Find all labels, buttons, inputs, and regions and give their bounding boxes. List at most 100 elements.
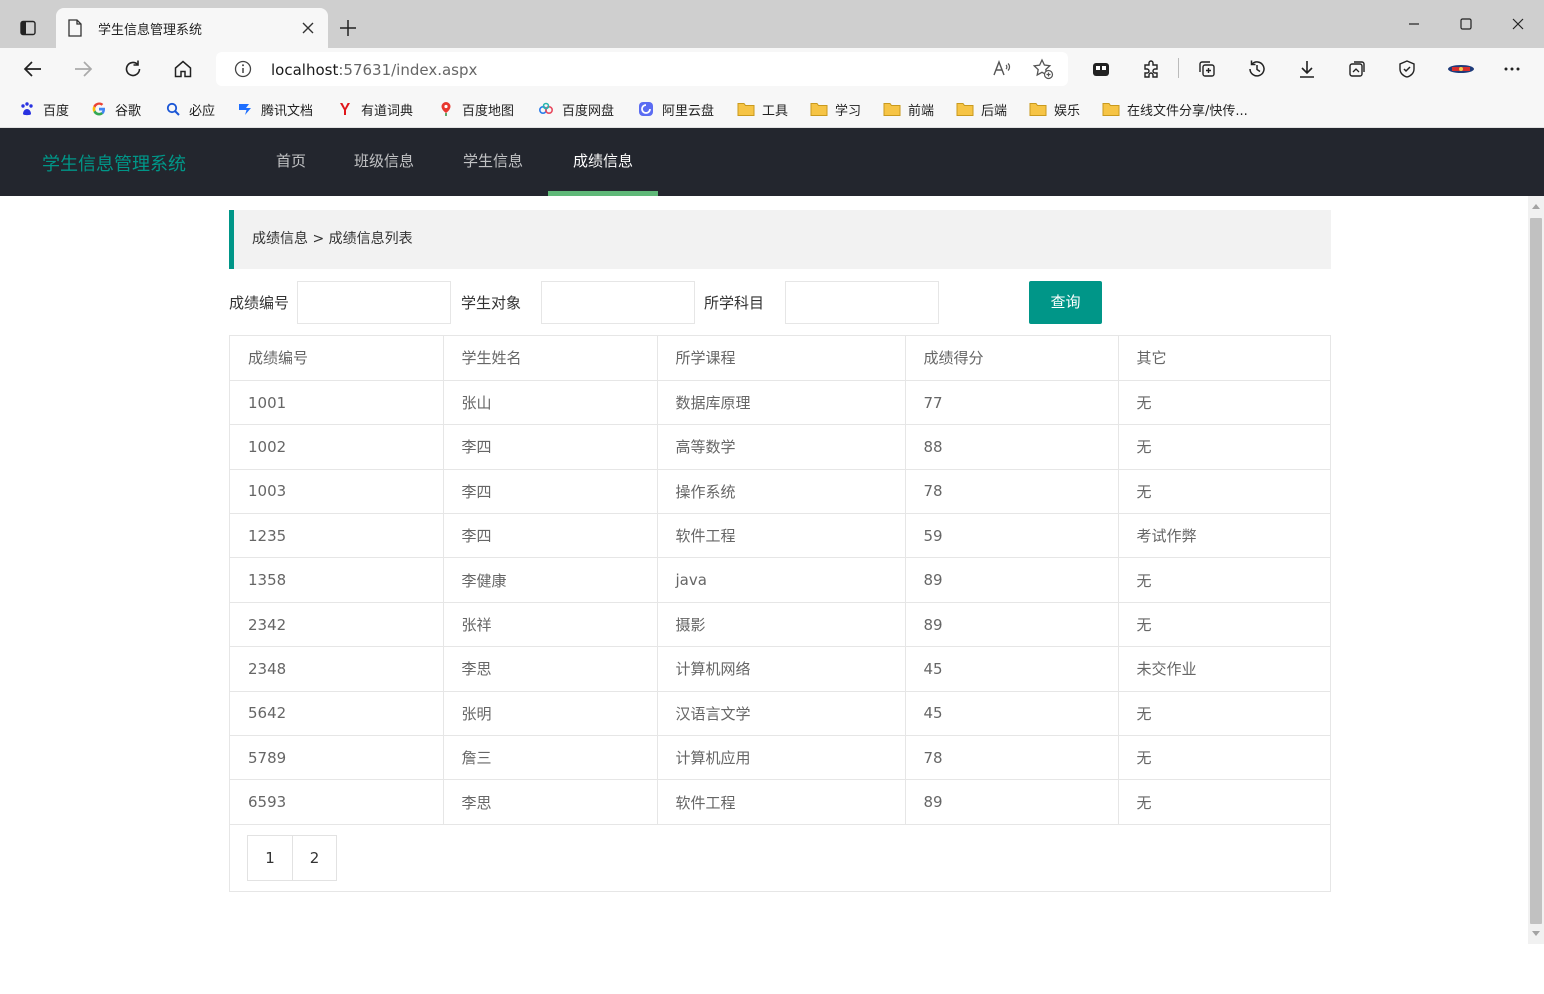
screenshot-icon[interactable] [1343, 55, 1371, 83]
bookmark-folder-frontend[interactable]: 前端 [883, 98, 934, 120]
table-row: 1002 李四 高等数学 88 无 [230, 424, 1330, 470]
cell-other: 无 [1118, 557, 1330, 603]
student-label: 学生对象 [461, 294, 522, 312]
table-row: 2342 张祥 摄影 89 无 [230, 602, 1330, 648]
reading-icon[interactable] [1087, 55, 1115, 83]
cell-course: 软件工程 [657, 513, 906, 559]
header-score: 成绩得分 [905, 336, 1119, 381]
folder-icon [1029, 100, 1047, 118]
minimize-icon[interactable] [1394, 8, 1434, 40]
bookmark-google[interactable]: 谷歌 [90, 98, 141, 120]
cell-other: 无 [1118, 469, 1330, 515]
header-score-id: 成绩编号 [230, 336, 444, 381]
cell-course: 摄影 [657, 602, 906, 648]
table-row: 1235 李四 软件工程 59 考试作弊 [230, 513, 1330, 559]
browser-essentials-icon[interactable] [1393, 55, 1421, 83]
bookmark-folder-tools[interactable]: 工具 [737, 98, 788, 120]
cell-student-name: 张山 [443, 380, 658, 426]
bookmark-folder-file-share[interactable]: 在线文件分享/快传... [1102, 98, 1248, 120]
toolbar-divider [1178, 58, 1179, 78]
url-path: :57631/index.aspx [338, 61, 478, 79]
collections-icon[interactable] [1193, 55, 1221, 83]
bookmark-bing[interactable]: 必应 [164, 98, 215, 120]
close-window-icon[interactable] [1498, 8, 1538, 40]
address-bar[interactable]: localhost:57631/index.aspx [216, 52, 1068, 86]
more-menu-icon[interactable] [1498, 55, 1526, 83]
tab-actions-icon[interactable] [12, 14, 44, 42]
cell-other: 考试作弊 [1118, 513, 1330, 559]
subject-label: 所学科目 [704, 294, 765, 312]
cell-score: 77 [905, 380, 1119, 426]
bookmark-baidu[interactable]: 百度 [18, 98, 69, 120]
subject-input[interactable] [785, 281, 939, 324]
cell-score-id: 1001 [230, 380, 444, 426]
pagination: 1 2 [247, 835, 337, 881]
extensions-icon[interactable] [1137, 55, 1165, 83]
scroll-up-icon[interactable] [1532, 204, 1540, 209]
score-id-input[interactable] [297, 281, 451, 324]
cell-score: 78 [905, 469, 1119, 515]
cell-score-id: 1358 [230, 557, 444, 603]
cell-score: 78 [905, 735, 1119, 781]
nav-home[interactable]: 首页 [256, 128, 326, 196]
cell-student-name: 李四 [443, 424, 658, 470]
cell-course: 软件工程 [657, 779, 906, 825]
read-aloud-icon[interactable] [992, 59, 1012, 79]
scroll-down-icon[interactable] [1532, 931, 1540, 936]
cell-score-id: 2348 [230, 646, 444, 692]
cell-score-id: 1003 [230, 469, 444, 515]
bookmark-label: 娱乐 [1054, 103, 1081, 119]
app-header: 学生信息管理系统 首页 班级信息 学生信息 成绩信息 [0, 128, 1544, 196]
browser-tab[interactable]: 学生信息管理系统 [56, 8, 328, 48]
query-button[interactable]: 查询 [1029, 281, 1102, 324]
scrollbar-thumb[interactable] [1530, 218, 1542, 924]
youdao-icon [336, 100, 354, 118]
page-1-button[interactable]: 1 [248, 836, 292, 880]
aliyun-icon [637, 100, 655, 118]
maximize-icon[interactable] [1446, 8, 1486, 40]
bookmark-label: 工具 [762, 103, 789, 119]
bookmark-tencent-docs[interactable]: 腾讯文档 [236, 98, 313, 120]
site-info-icon[interactable] [234, 60, 252, 78]
cell-student-name: 李健康 [443, 557, 658, 603]
page-scrollbar[interactable] [1528, 196, 1544, 944]
table-row: 1003 李四 操作系统 78 无 [230, 469, 1330, 515]
bookmark-label: 谷歌 [115, 103, 142, 119]
bookmark-folder-backend[interactable]: 后端 [956, 98, 1007, 120]
nav-student-info[interactable]: 学生信息 [449, 128, 537, 196]
cell-course: 数据库原理 [657, 380, 906, 426]
cell-other: 无 [1118, 424, 1330, 470]
score-table-container: 成绩编号 学生姓名 所学课程 成绩得分 其它 1001 张山 数据库原理 77 无 100… [229, 335, 1331, 892]
bookmark-label: 百度地图 [462, 103, 515, 119]
cell-score: 88 [905, 424, 1119, 470]
home-icon[interactable] [169, 55, 197, 83]
browser-tab-bar: 学生信息管理系统 [0, 0, 1544, 48]
student-input[interactable] [541, 281, 695, 324]
download-icon[interactable] [1293, 55, 1321, 83]
cell-course: 计算机网络 [657, 646, 906, 692]
bookmark-youdao[interactable]: 有道词典 [336, 98, 413, 120]
new-tab-icon[interactable] [334, 14, 362, 42]
bookmark-label: 百度 [43, 103, 70, 119]
profile-avatar[interactable] [1445, 55, 1477, 83]
search-form: 成绩编号 学生对象 所学科目 查询 [229, 281, 1331, 324]
table-row: 5642 张明 汉语言文学 45 无 [230, 691, 1330, 737]
bookmark-baidu-map[interactable]: 百度地图 [437, 98, 514, 120]
bookmark-folder-entertainment[interactable]: 娱乐 [1029, 98, 1080, 120]
reload-icon[interactable] [119, 55, 147, 83]
bookmark-aliyun-drive[interactable]: 阿里云盘 [637, 98, 714, 120]
cell-other: 无 [1118, 380, 1330, 426]
cell-score-id: 5642 [230, 691, 444, 737]
add-favorite-icon[interactable] [1032, 58, 1054, 80]
app-brand[interactable]: 学生信息管理系统 [42, 150, 186, 176]
folder-icon [737, 100, 755, 118]
forward-icon[interactable] [69, 55, 97, 83]
back-icon[interactable] [19, 55, 47, 83]
nav-class-info[interactable]: 班级信息 [340, 128, 428, 196]
nav-score-info[interactable]: 成绩信息 [548, 128, 658, 196]
close-tab-icon[interactable] [296, 16, 320, 40]
bookmark-baidu-netdisk[interactable]: 百度网盘 [537, 98, 614, 120]
history-icon[interactable] [1243, 55, 1271, 83]
page-2-button[interactable]: 2 [292, 836, 336, 880]
bookmark-folder-study[interactable]: 学习 [810, 98, 861, 120]
